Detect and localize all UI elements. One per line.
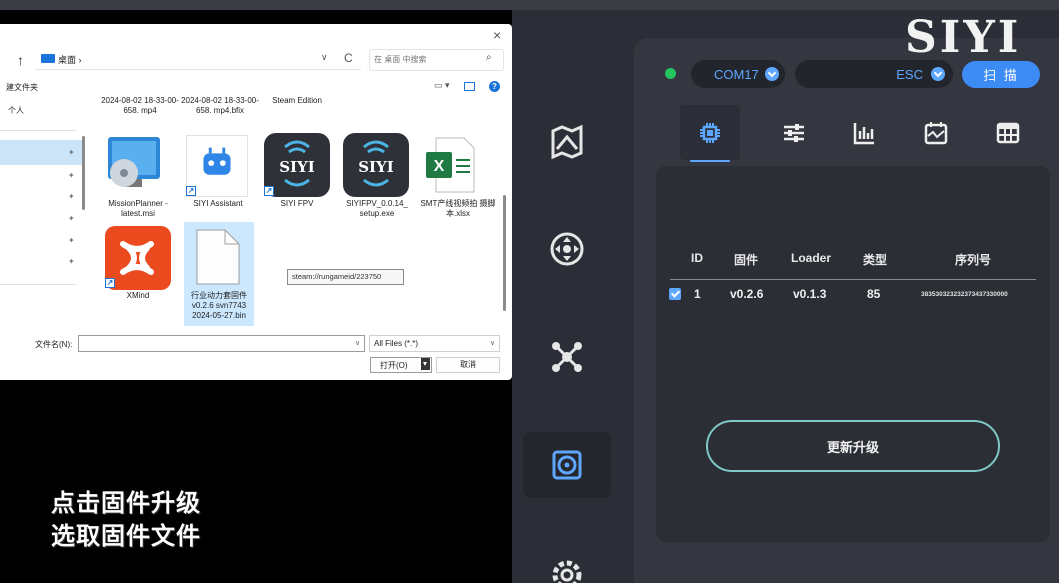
file-item[interactable]: 2024-08-02 18-33-00-658. mp4 bbox=[100, 96, 180, 116]
top-window-strip bbox=[0, 0, 1059, 10]
close-icon[interactable]: × bbox=[493, 27, 501, 43]
pin-icon: ✦ bbox=[68, 192, 75, 201]
nav-joystick[interactable] bbox=[523, 216, 611, 282]
nav-map[interactable] bbox=[523, 108, 611, 174]
search-placeholder: 在 桌面 中搜索 bbox=[374, 55, 427, 64]
table-divider bbox=[670, 279, 1036, 280]
file-item[interactable]: Steam Edition bbox=[258, 96, 336, 106]
file-item[interactable]: 2024-08-02 18-33-00-658. mp4.bfix bbox=[180, 96, 260, 116]
caption-line-1: 点击固件升级 bbox=[51, 489, 201, 517]
shortcut-arrow-icon: ↗ bbox=[105, 278, 115, 288]
installer-icon[interactable] bbox=[104, 133, 164, 195]
tab-parameters[interactable] bbox=[764, 105, 824, 160]
shortcut-arrow-icon: ↗ bbox=[264, 186, 274, 196]
cancel-button[interactable]: 取消 bbox=[436, 357, 500, 373]
cell-serial: 383530323232373437330000 bbox=[921, 291, 1008, 298]
siyi-fpv-setup-icon[interactable]: SIYI bbox=[343, 133, 409, 197]
filetype-value: All Files (*.*) bbox=[374, 339, 419, 348]
blank-file-icon bbox=[195, 228, 241, 286]
sidebar-item-personal[interactable]: 个人 bbox=[8, 105, 24, 116]
calendar-chart-icon bbox=[924, 121, 948, 144]
files-scrollbar[interactable] bbox=[503, 195, 506, 311]
file-item[interactable]: SIYIFPV_0.0.14_ setup.exe bbox=[337, 199, 417, 219]
table-header-loader: Loader bbox=[791, 251, 832, 265]
table-header-serial: 序列号 bbox=[955, 253, 992, 267]
view-options-icon[interactable]: ▭ ▾ bbox=[434, 80, 450, 91]
drone-icon bbox=[552, 342, 582, 372]
file-item[interactable]: XMind bbox=[100, 291, 176, 301]
file-item-label: 行业动力套固件 v0.2.6 svn7743 2024-05-27.bin bbox=[191, 291, 247, 320]
cell-firmware: v0.2.6 bbox=[730, 287, 764, 301]
folder-icon bbox=[41, 54, 55, 63]
file-item[interactable]: MissionPlanner -latest.msi bbox=[98, 199, 178, 219]
connection-status-dot bbox=[665, 68, 676, 79]
brand-logo: SIYI bbox=[905, 12, 1022, 63]
chip-icon bbox=[700, 122, 720, 143]
divider bbox=[0, 284, 76, 285]
address-bar[interactable] bbox=[35, 48, 361, 70]
tab-table[interactable] bbox=[978, 105, 1038, 160]
table-header-firmware: 固件 bbox=[734, 253, 759, 267]
siyi-logo-text: SIYI bbox=[279, 158, 315, 176]
device-select[interactable]: ESC bbox=[795, 60, 953, 88]
filename-label: 文件名(N): bbox=[35, 340, 73, 349]
nav-drone[interactable] bbox=[523, 324, 611, 390]
tab-statistics[interactable] bbox=[834, 105, 894, 160]
cell-type: 85 bbox=[867, 287, 881, 301]
chevron-down-icon[interactable]: ∨ bbox=[321, 52, 328, 63]
new-folder-button[interactable]: 建文件夹 bbox=[6, 82, 38, 93]
open-button-label: 打开(O) bbox=[380, 361, 408, 370]
update-firmware-button[interactable]: 更新升级 bbox=[706, 420, 1000, 472]
preview-pane-icon[interactable] bbox=[464, 82, 475, 91]
nav-scrollbar[interactable] bbox=[82, 136, 85, 210]
map-icon bbox=[551, 124, 583, 160]
tab-firmware-info[interactable] bbox=[680, 105, 740, 160]
device-value: ESC bbox=[896, 66, 923, 82]
pin-icon: ✦ bbox=[68, 171, 75, 180]
chevron-down-icon bbox=[765, 67, 779, 81]
address-path[interactable]: 桌面 › bbox=[58, 53, 82, 66]
open-dropdown-button[interactable] bbox=[421, 358, 430, 370]
chevron-down-icon bbox=[931, 67, 945, 81]
table-header-id: ID bbox=[691, 251, 703, 265]
tooltip: steam://rungameid/223750 bbox=[287, 269, 404, 285]
cell-loader: v0.1.3 bbox=[793, 287, 827, 301]
pin-icon: ✦ bbox=[68, 148, 75, 157]
file-item[interactable]: SIYI Assistant bbox=[180, 199, 256, 209]
tab-active-indicator bbox=[690, 160, 730, 162]
caption-line-2: 选取固件文件 bbox=[51, 522, 201, 550]
file-item[interactable]: SMT产线视频拍 摄脚本.xlsx bbox=[418, 199, 498, 219]
port-value: COM17 bbox=[714, 66, 759, 82]
refresh-icon[interactable]: C bbox=[344, 51, 353, 65]
file-item[interactable]: SIYI FPV bbox=[258, 199, 336, 209]
table-header-type: 类型 bbox=[863, 253, 888, 267]
pin-icon: ✦ bbox=[68, 257, 75, 266]
firmware-icon bbox=[552, 450, 582, 480]
joystick-icon bbox=[550, 232, 584, 266]
up-arrow-icon[interactable]: ↑ bbox=[17, 52, 24, 68]
row-checkbox[interactable] bbox=[669, 288, 681, 300]
pin-icon: ✦ bbox=[68, 214, 75, 223]
tab-log[interactable] bbox=[906, 105, 966, 160]
settings-icon bbox=[552, 560, 582, 583]
svg-text:X: X bbox=[434, 158, 445, 175]
nav-firmware[interactable] bbox=[523, 432, 611, 498]
bar-chart-icon bbox=[853, 122, 874, 144]
help-icon[interactable]: ? bbox=[489, 81, 500, 92]
table-icon bbox=[996, 122, 1020, 143]
cell-id: 1 bbox=[694, 287, 701, 301]
excel-file-icon[interactable]: X bbox=[424, 136, 476, 194]
shortcut-arrow-icon: ↗ bbox=[186, 186, 196, 196]
device-info-card bbox=[656, 166, 1050, 542]
nav-settings[interactable] bbox=[523, 540, 611, 583]
chevron-down-icon: ∨ bbox=[490, 340, 496, 347]
scan-button[interactable]: 扫 描 bbox=[962, 61, 1040, 88]
search-icon: ⌕ bbox=[486, 52, 492, 63]
siyi-logo-text: SIYI bbox=[358, 158, 394, 176]
chevron-down-icon[interactable]: ∨ bbox=[355, 339, 360, 347]
filename-input[interactable] bbox=[78, 335, 365, 352]
pin-icon: ✦ bbox=[68, 236, 75, 245]
sliders-icon bbox=[784, 123, 804, 142]
divider bbox=[0, 130, 76, 131]
